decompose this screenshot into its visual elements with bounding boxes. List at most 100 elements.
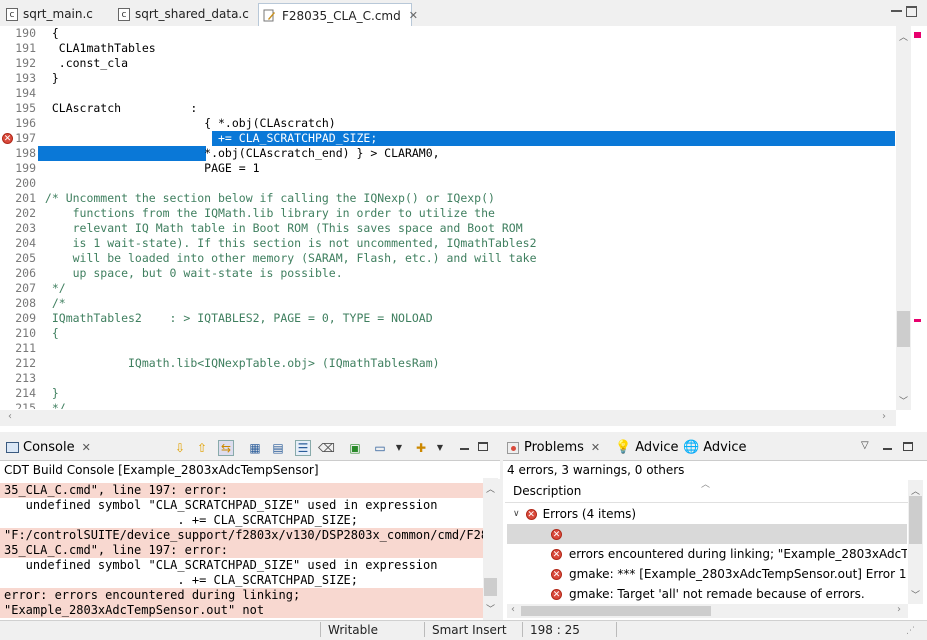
view-menu-icon[interactable]: ▽ bbox=[861, 440, 869, 451]
error-icon: ✕ bbox=[525, 508, 537, 520]
editor-tab-sqrt-main[interactable]: c sqrt_main.c bbox=[2, 3, 114, 25]
line-number: 205 bbox=[15, 251, 36, 265]
code-line: /* bbox=[38, 296, 66, 310]
scroll-right-arrow-icon[interactable]: › bbox=[897, 604, 901, 615]
console-line: . += CLA_SCRATCHPAD_SIZE; bbox=[4, 513, 359, 527]
problems-vertical-scrollbar[interactable]: ︿ ﹀ bbox=[908, 480, 923, 604]
clear-console-icon[interactable]: ⌫ bbox=[318, 441, 335, 455]
code-line: relevant IQ Math table in Boot ROM (This… bbox=[38, 221, 523, 235]
maximize-icon[interactable] bbox=[478, 442, 488, 451]
status-divider bbox=[616, 622, 617, 637]
scrollbar-thumb[interactable] bbox=[909, 496, 922, 544]
status-insert-mode: Smart Insert bbox=[432, 622, 507, 637]
console-output[interactable]: 35_CLA_C.cmd", line 197: error: undefine… bbox=[0, 478, 483, 620]
console-line: undefined symbol "CLA_SCRATCHPAD_SIZE" u… bbox=[4, 498, 438, 512]
error-icon: ✕ bbox=[551, 548, 562, 560]
problem-row[interactable]: ✕ gmake: *** [Example_2803xAdcTempSensor… bbox=[507, 564, 907, 584]
cmd-file-icon bbox=[263, 9, 276, 22]
scroll-up-arrow-icon[interactable]: ︿ bbox=[486, 482, 495, 495]
show-properties-icon[interactable]: ▤ bbox=[271, 441, 285, 455]
chevron-down-icon[interactable]: ▼ bbox=[392, 441, 406, 455]
scrollbar-thumb[interactable] bbox=[521, 606, 711, 616]
problems-summary: 4 errors, 3 warnings, 0 others bbox=[507, 463, 685, 477]
line-number: 203 bbox=[15, 221, 36, 235]
line-number: 200 bbox=[15, 176, 36, 190]
tab-console[interactable]: Console ✕ bbox=[6, 440, 91, 455]
error-overview-marker[interactable] bbox=[914, 32, 921, 38]
code-line-selected: . += CLA_SCRATCHPAD_SIZE; bbox=[38, 131, 378, 145]
scroll-down-arrow-icon[interactable]: ﹀ bbox=[486, 602, 495, 615]
pin-console-icon[interactable]: ▣ bbox=[348, 441, 362, 455]
close-icon[interactable]: ✕ bbox=[591, 441, 600, 454]
open-console-icon[interactable]: ✚ bbox=[414, 441, 428, 455]
scroll-left-arrow-icon[interactable]: ‹ bbox=[511, 604, 515, 615]
maximize-icon[interactable] bbox=[903, 442, 913, 451]
code-line: { bbox=[38, 26, 59, 40]
scroll-lock-down-icon[interactable]: ⇩ bbox=[173, 441, 187, 455]
editor-tab-f28035-cla-cmd[interactable]: F28035_CLA_C.cmd ✕ bbox=[258, 3, 418, 27]
scrollbar-thumb[interactable] bbox=[484, 578, 497, 596]
problem-row[interactable]: ✕ gmake: Target 'all' not remade because… bbox=[507, 584, 907, 604]
link-icon[interactable]: ⇆ bbox=[218, 440, 234, 456]
line-number: 209 bbox=[15, 311, 36, 325]
problems-group-errors[interactable]: ∨ ✕ Errors (4 items) bbox=[507, 504, 907, 524]
problem-row[interactable]: ✕ errors encountered during linking; "Ex… bbox=[507, 544, 907, 564]
scrollbar-thumb[interactable] bbox=[897, 311, 910, 347]
resize-grip-icon[interactable]: ⋰ bbox=[906, 626, 915, 636]
console-line: 35_CLA_C.cmd", line 197: error: bbox=[4, 483, 228, 497]
line-number: 213 bbox=[15, 371, 36, 385]
status-writable: Writable bbox=[328, 622, 378, 637]
group-label: Errors (4 items) bbox=[542, 507, 637, 521]
scroll-down-arrow-icon[interactable]: ﹀ bbox=[911, 588, 920, 601]
error-icon: ✕ bbox=[551, 568, 562, 580]
scroll-up-arrow-icon[interactable]: ︿ bbox=[899, 30, 908, 43]
scroll-left-arrow-icon[interactable]: ‹ bbox=[8, 411, 12, 422]
line-number: 192 bbox=[15, 56, 36, 70]
code-line: } bbox=[38, 71, 59, 85]
maximize-icon[interactable] bbox=[906, 6, 917, 17]
minimize-icon[interactable] bbox=[460, 448, 469, 450]
chevron-down-icon[interactable]: ∨ bbox=[513, 509, 520, 519]
copy-build-log-icon[interactable]: ▦ bbox=[248, 441, 262, 455]
display-console-icon[interactable]: ▭ bbox=[373, 441, 387, 455]
console-line: "Example_2803xAdcTempSensor.out" not bbox=[4, 603, 265, 617]
editor-vertical-scrollbar[interactable]: ︿ ﹀ bbox=[896, 26, 911, 410]
close-icon[interactable]: ✕ bbox=[82, 441, 91, 454]
line-number: 202 bbox=[15, 206, 36, 220]
minimize-icon[interactable] bbox=[891, 10, 902, 12]
problems-horizontal-scrollbar[interactable]: ‹ › bbox=[507, 604, 908, 618]
chevron-down-icon[interactable]: ▼ bbox=[433, 441, 447, 455]
code-line: IQmathTables2 : > IQTABLES2, PAGE = 0, T… bbox=[38, 311, 433, 325]
scroll-right-arrow-icon[interactable]: › bbox=[882, 411, 886, 422]
tab-advice[interactable]: 💡 Advice bbox=[615, 440, 679, 455]
close-icon[interactable]: ✕ bbox=[409, 9, 418, 22]
error-overview-marker[interactable] bbox=[914, 319, 921, 322]
code-line: IQmath.lib<IQNexpTable.obj> (IQmathTable… bbox=[38, 356, 440, 370]
problems-column-header[interactable]: Description ︿ bbox=[505, 480, 908, 503]
editor-tab-sqrt-shared-data[interactable]: c sqrt_shared_data.c bbox=[114, 3, 256, 25]
line-number: 207 bbox=[15, 281, 36, 295]
lightbulb-icon: 💡 bbox=[615, 440, 632, 455]
code-line: PAGE = 1 bbox=[38, 161, 260, 175]
console-line: . += CLA_SCRATCHPAD_SIZE; bbox=[4, 573, 359, 587]
word-wrap-icon[interactable]: ☰ bbox=[295, 440, 311, 456]
scroll-lock-up-icon[interactable]: ⇧ bbox=[195, 441, 209, 455]
line-number: 211 bbox=[15, 341, 36, 355]
console-vertical-scrollbar[interactable]: ︿ ﹀ bbox=[483, 478, 498, 620]
code-line: { bbox=[38, 326, 59, 340]
code-editor[interactable]: ✕ 190 { 191 CLA1mathTables 192 .const_cl… bbox=[0, 26, 927, 432]
problem-row[interactable]: ✕ bbox=[507, 524, 907, 544]
editor-horizontal-scrollbar[interactable]: ‹ › bbox=[0, 410, 896, 426]
tab-problems[interactable]: Problems ✕ bbox=[507, 440, 600, 455]
scroll-down-arrow-icon[interactable]: ﹀ bbox=[899, 394, 908, 407]
problems-view-header: Problems ✕ 💡 Advice 🌐 Advice ▽ bbox=[503, 436, 927, 460]
line-number: 196 bbox=[15, 116, 36, 130]
line-number: 199 bbox=[15, 161, 36, 175]
code-line: .const_cla bbox=[38, 56, 129, 70]
minimize-icon[interactable] bbox=[883, 448, 892, 450]
line-number: 197 bbox=[15, 131, 36, 145]
sort-icon: ︿ bbox=[701, 480, 711, 490]
code-line: */ bbox=[38, 401, 66, 409]
tab-advice-2[interactable]: 🌐 Advice bbox=[683, 440, 747, 455]
console-view-header: Console ✕ ⇩ ⇧ ⇆ ▦ ▤ ☰ ⌫ ▣ ▭ ▼ ✚ ▼ bbox=[0, 436, 500, 460]
